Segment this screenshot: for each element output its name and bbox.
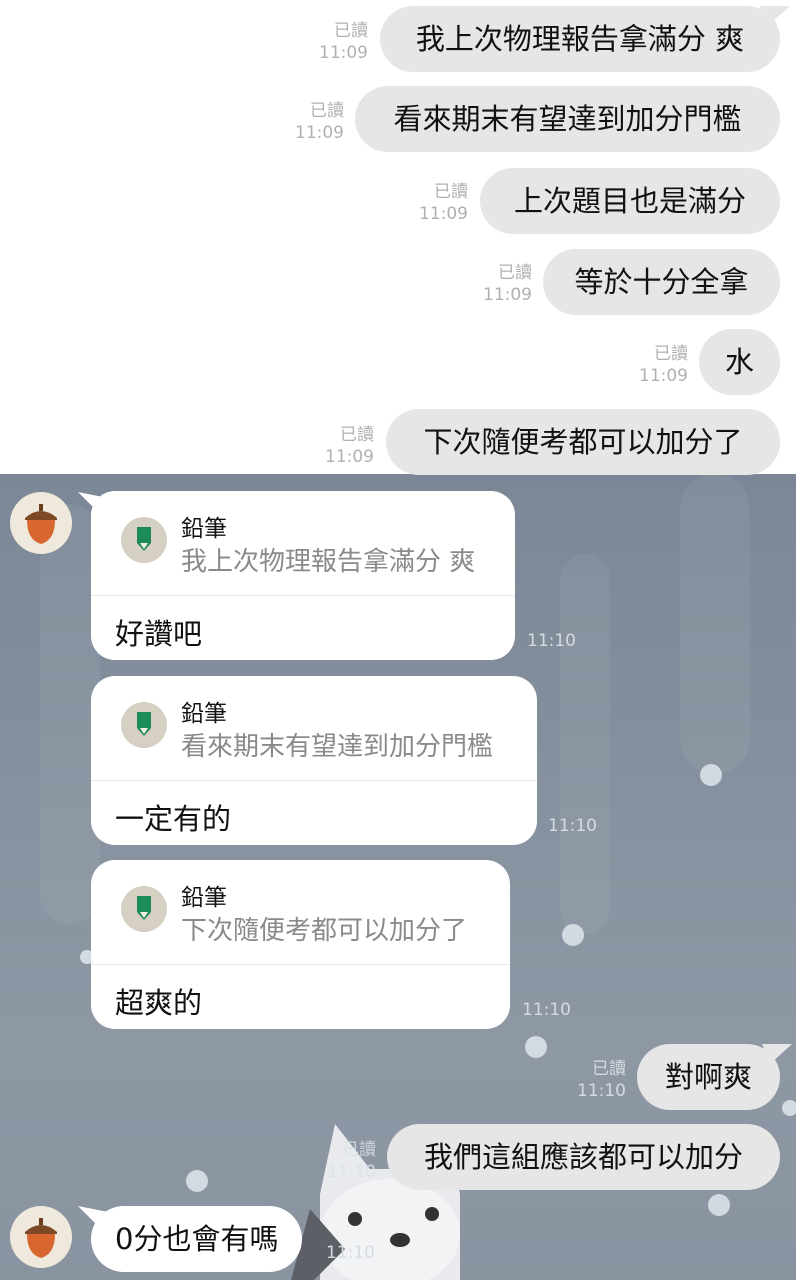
pencil-icon [121, 702, 167, 748]
quote-text: 我上次物理報告拿滿分 爽 [181, 547, 476, 577]
message-time: 11:10 [527, 631, 576, 651]
sent-bubble[interactable]: 等於十分全拿 [543, 249, 780, 315]
sent-bubble[interactable]: 水 [699, 329, 780, 395]
quoted-message[interactable]: 鉛筆 看來期末有望達到加分門檻 [91, 676, 537, 781]
sender-avatar[interactable] [10, 1206, 72, 1268]
message-meta: 已讀 11:09 [319, 21, 368, 63]
reply-text: 超爽的 [115, 986, 203, 1020]
reply-text: 一定有的 [115, 802, 232, 836]
reply-text: 好讚吧 [115, 617, 203, 651]
reply-message-card[interactable]: 鉛筆 看來期末有望達到加分門檻 一定有的 [91, 676, 537, 845]
message-time: 11:10 [548, 816, 597, 836]
message-time: 11:10 [326, 1243, 375, 1263]
quote-author: 鉛筆 [181, 516, 227, 542]
quote-author: 鉛筆 [181, 701, 227, 727]
acorn-icon [25, 1218, 57, 1258]
pencil-icon [121, 886, 167, 932]
message-meta: 已讀 11:10 [577, 1059, 626, 1101]
message-meta: 已讀 11:09 [639, 344, 688, 386]
message-meta: 已讀 11:10 [327, 1140, 376, 1182]
sent-bubble[interactable]: 上次題目也是滿分 [480, 168, 780, 234]
quote-text: 下次隨便考都可以加分了 [181, 916, 468, 946]
quoted-message[interactable]: 鉛筆 下次隨便考都可以加分了 [91, 860, 510, 965]
quoted-message[interactable]: 鉛筆 我上次物理報告拿滿分 爽 [91, 491, 515, 596]
message-meta: 已讀 11:09 [295, 101, 344, 143]
reply-message-card[interactable]: 鉛筆 我上次物理報告拿滿分 爽 好讚吧 [91, 491, 515, 660]
received-bubble[interactable]: 0分也會有嗎 [91, 1206, 303, 1272]
sent-bubble[interactable]: 對啊爽 [637, 1044, 780, 1110]
quote-text: 看來期末有望達到加分門檻 [181, 732, 494, 762]
sent-bubble[interactable]: 下次隨便考都可以加分了 [386, 409, 780, 475]
message-meta: 已讀 11:09 [483, 263, 532, 305]
message-meta: 已讀 11:09 [419, 182, 468, 224]
acorn-icon [25, 504, 57, 544]
sent-bubble[interactable]: 看來期末有望達到加分門檻 [355, 86, 780, 152]
quote-author: 鉛筆 [181, 885, 227, 911]
pencil-icon [121, 517, 167, 563]
sent-bubble[interactable]: 我們這組應該都可以加分 [387, 1124, 780, 1190]
message-meta: 已讀 11:09 [325, 425, 374, 467]
message-time: 11:10 [522, 1000, 571, 1020]
reply-message-card[interactable]: 鉛筆 下次隨便考都可以加分了 超爽的 [91, 860, 510, 1029]
sent-bubble[interactable]: 我上次物理報告拿滿分 爽 [380, 6, 780, 72]
sender-avatar[interactable] [10, 492, 72, 554]
